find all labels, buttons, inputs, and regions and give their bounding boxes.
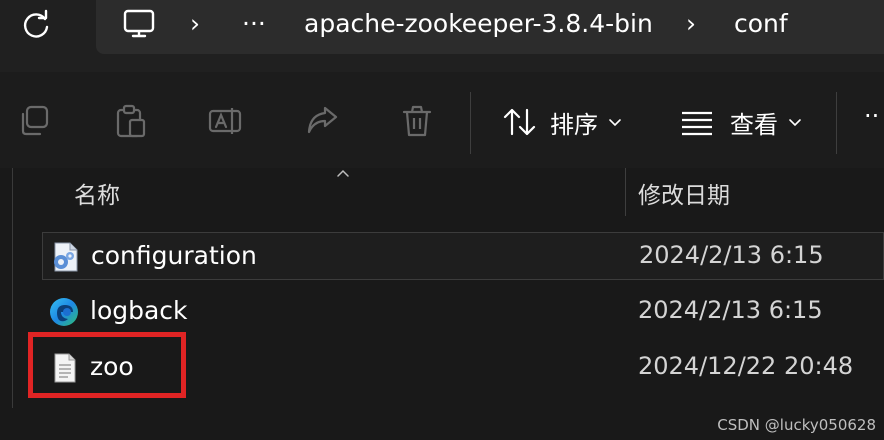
pane-divider — [12, 168, 13, 408]
delete-icon[interactable] — [400, 104, 434, 138]
view-label: 查看 — [730, 110, 778, 139]
address-bar: › ··· apache-zookeeper-3.8.4-bin › conf — [0, 0, 884, 72]
this-pc-icon[interactable] — [123, 8, 155, 40]
toolbar-divider — [470, 92, 471, 154]
breadcrumb-separator[interactable]: › — [686, 6, 696, 42]
edge-icon — [50, 298, 78, 326]
view-button[interactable]: 查看 — [680, 98, 802, 146]
file-row[interactable]: logback 2024/2/13 6:15 — [42, 288, 884, 336]
toolbar-divider — [836, 92, 837, 154]
command-bar: 排序 查看 ·· — [0, 72, 884, 169]
file-date-modified: 2024/12/22 20:48 — [638, 352, 854, 380]
chevron-down-icon — [609, 119, 621, 127]
file-name: logback — [90, 296, 188, 325]
file-list: 名称 修改日期 configuration 2024/2/13 6:15 log… — [0, 168, 884, 440]
rename-icon[interactable] — [208, 104, 242, 138]
copy-icon[interactable] — [18, 104, 52, 138]
file-row[interactable]: configuration 2024/2/13 6:15 — [42, 232, 884, 280]
sort-label: 排序 — [550, 110, 598, 139]
share-icon[interactable] — [305, 104, 339, 138]
column-divider[interactable] — [625, 168, 626, 216]
watermark: CSDN @lucky050628 — [717, 416, 876, 434]
annotation-highlight-box — [28, 332, 186, 398]
breadcrumb-item-conf[interactable]: conf — [734, 6, 788, 42]
more-options-button[interactable]: ·· — [864, 102, 879, 130]
column-header-date-modified[interactable]: 修改日期 — [638, 176, 730, 210]
file-date-modified: 2024/2/13 6:15 — [639, 241, 824, 269]
view-list-icon — [682, 111, 712, 136]
sort-button[interactable]: 排序 — [502, 98, 622, 146]
breadcrumb-item-apache-zookeeper[interactable]: apache-zookeeper-3.8.4-bin — [304, 6, 653, 42]
file-date-modified: 2024/2/13 6:15 — [638, 296, 823, 324]
paste-icon[interactable] — [113, 104, 147, 138]
sort-ascending-icon — [337, 169, 349, 177]
sort-icon — [503, 108, 536, 136]
column-header-name[interactable]: 名称 — [74, 176, 120, 210]
breadcrumb-overflow[interactable]: ··· — [242, 6, 266, 42]
xsl-document-icon — [54, 242, 78, 272]
file-name: configuration — [91, 241, 257, 270]
chevron-down-icon — [789, 119, 801, 127]
refresh-icon[interactable] — [20, 9, 52, 41]
breadcrumb[interactable]: › ··· apache-zookeeper-3.8.4-bin › conf — [96, 0, 884, 54]
breadcrumb-separator[interactable]: › — [190, 6, 200, 42]
